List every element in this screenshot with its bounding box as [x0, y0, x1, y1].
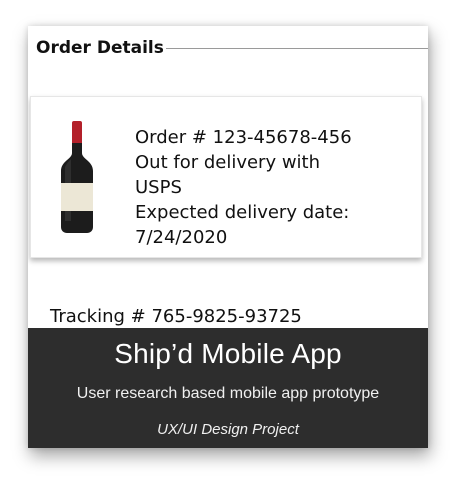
section-title: Order Details	[36, 38, 164, 58]
banner-tagline: UX/UI Design Project	[157, 421, 299, 438]
order-number: Order # 123-45678-456	[135, 127, 352, 148]
section-divider	[165, 47, 428, 49]
tracking-number[interactable]: Tracking # 765-9825-93725	[50, 306, 302, 327]
project-banner: Ship’d Mobile App User research based mo…	[28, 328, 428, 448]
wine-bottle-icon	[61, 121, 93, 233]
section-header: Order Details	[36, 36, 428, 60]
order-info: Order # 123-45678-456 Out for delivery w…	[135, 125, 405, 250]
delivery-status-line1: Out for delivery with	[135, 152, 321, 173]
expected-delivery-date: 7/24/2020	[135, 227, 228, 248]
phone-screen: Order Details Order # 123-45678-456 Out …	[28, 26, 428, 448]
expected-delivery-label: Expected delivery date:	[135, 202, 350, 223]
delivery-status-line2: USPS	[135, 177, 182, 198]
order-card[interactable]: Order # 123-45678-456 Out for delivery w…	[30, 96, 422, 258]
banner-title: Ship’d Mobile App	[114, 338, 342, 369]
banner-subtitle: User research based mobile app prototype	[76, 385, 380, 402]
